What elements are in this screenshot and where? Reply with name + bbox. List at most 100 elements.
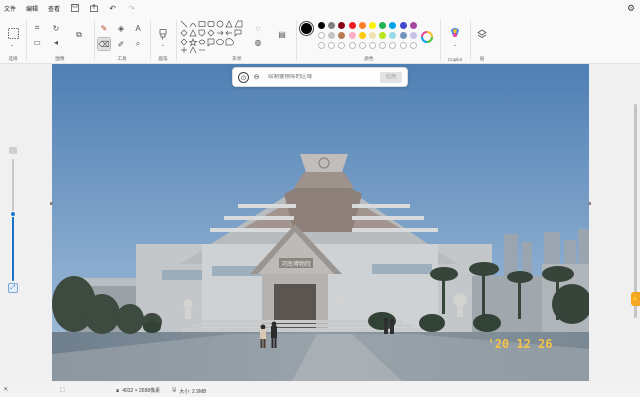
menu-view[interactable]: 查看 bbox=[48, 4, 60, 13]
copilot-dropdown-icon[interactable]: ⌄ bbox=[450, 42, 460, 48]
color-swatch[interactable] bbox=[348, 22, 356, 29]
color-swatch[interactable] bbox=[389, 22, 397, 29]
menu-bar: 文件 编辑 查看 ↶ ↷ bbox=[0, 0, 640, 16]
zoom-panel-handle-icon[interactable] bbox=[9, 147, 17, 154]
custom-color-slot[interactable] bbox=[389, 42, 397, 49]
color-swatch[interactable] bbox=[399, 32, 407, 39]
custom-color-slot[interactable] bbox=[348, 42, 356, 49]
color-swatch[interactable] bbox=[379, 32, 387, 39]
color-swatch[interactable] bbox=[379, 22, 387, 29]
color-swatch[interactable] bbox=[338, 22, 346, 29]
ribbon-group-copilot: ⌄ Copilot bbox=[442, 18, 468, 62]
generative-erase-bar: ⊙ ⊖ 应用 bbox=[232, 67, 408, 87]
select-rectangle-icon[interactable] bbox=[6, 26, 20, 40]
ribbon-group-colors: 颜色 bbox=[298, 18, 440, 62]
eraser-icon[interactable]: ⌫ bbox=[97, 37, 111, 51]
ribbon-label-colors: 颜色 bbox=[364, 56, 374, 61]
ribbon-group-brushes: ⌄ 画笔 bbox=[152, 18, 174, 62]
canvas-resize-handle-left[interactable] bbox=[50, 202, 53, 205]
menu-edit[interactable]: 编辑 bbox=[26, 4, 38, 13]
brushes-dropdown-icon[interactable]: ⌄ bbox=[158, 42, 168, 48]
color-swatch[interactable] bbox=[348, 32, 356, 39]
remove-background-icon[interactable]: ⧉ bbox=[73, 29, 85, 41]
shape-fill-icon[interactable]: ◍ bbox=[252, 36, 264, 48]
fit-to-window-icon[interactable]: ⤢ bbox=[8, 283, 18, 293]
primary-color-swatch[interactable] bbox=[299, 21, 314, 36]
ribbon-divider bbox=[150, 20, 151, 60]
canvas-resize-handle-right[interactable] bbox=[588, 202, 591, 205]
undo-icon[interactable]: ↶ bbox=[108, 4, 117, 13]
dimensions-icon: ⧈ bbox=[116, 387, 120, 394]
color-swatch[interactable] bbox=[328, 22, 336, 29]
ribbon-toolbar: ⌄ 选择 ⌗ ▭ ↻ ◂ ⧉ 图像 ✎ ◈ A ⌫ ✐ ⌕ 工具 ⌄ 画笔 ◌ … bbox=[0, 16, 640, 64]
status-bar: ⇱ ⬚ ⧈ 4032 × 2688像素 🖫 大小: 2.9MB bbox=[0, 383, 640, 397]
vertical-scrollbar[interactable] bbox=[634, 104, 637, 318]
apply-button[interactable]: 应用 bbox=[380, 71, 402, 83]
image-dimensions-text: 4032 × 2688像素 bbox=[122, 388, 161, 394]
erase-region-input[interactable] bbox=[268, 74, 368, 80]
fill-bucket-icon[interactable]: ◈ bbox=[115, 22, 127, 34]
color-swatch[interactable] bbox=[399, 22, 407, 29]
color-swatch[interactable] bbox=[409, 32, 417, 39]
custom-color-slot[interactable] bbox=[328, 42, 336, 49]
erase-mode-icon[interactable]: ⊖ bbox=[251, 72, 262, 83]
magnifier-icon[interactable]: ⌕ bbox=[132, 38, 144, 50]
shape-outline-icon[interactable]: ◌ bbox=[252, 22, 264, 34]
settings-gear-icon[interactable]: ⚙ bbox=[626, 3, 636, 13]
custom-color-slot[interactable] bbox=[409, 42, 417, 49]
ribbon-group-shapes: ◌ ◍ ▤ 形状 bbox=[178, 18, 296, 62]
file-size: 🖫 大小: 2.9MB bbox=[172, 387, 207, 395]
color-swatch[interactable] bbox=[389, 32, 397, 39]
edit-colors-icon[interactable] bbox=[420, 30, 434, 44]
museum-photo: 河南博物院 '20 12 26 bbox=[52, 64, 589, 381]
ribbon-divider bbox=[94, 20, 95, 60]
share-icon[interactable] bbox=[89, 4, 98, 13]
ribbon-label-layers: 层 bbox=[479, 56, 485, 61]
custom-color-slot[interactable] bbox=[399, 42, 407, 49]
flip-icon[interactable]: ◂ bbox=[50, 36, 62, 48]
color-swatch[interactable] bbox=[338, 32, 346, 39]
zoom-slider-panel: ⤢ bbox=[7, 147, 19, 293]
ribbon-label-shapes: 形状 bbox=[232, 56, 242, 61]
custom-color-slot[interactable] bbox=[358, 42, 366, 49]
image-dimensions: ⧈ 4032 × 2688像素 bbox=[116, 387, 161, 395]
custom-color-slot[interactable] bbox=[318, 42, 325, 49]
color-swatch[interactable] bbox=[358, 22, 366, 29]
menu-file[interactable]: 文件 bbox=[4, 4, 16, 13]
ribbon-divider bbox=[26, 20, 27, 60]
cursor-position-icon: ⇱ bbox=[4, 387, 9, 393]
ribbon-divider bbox=[440, 20, 441, 60]
color-swatch[interactable] bbox=[328, 32, 336, 39]
custom-color-slot[interactable] bbox=[338, 42, 346, 49]
rotate-icon[interactable]: ↻ bbox=[50, 22, 62, 34]
color-swatch[interactable] bbox=[318, 22, 325, 29]
custom-color-slot[interactable] bbox=[369, 42, 376, 49]
ribbon-group-tools: ✎ ◈ A ⌫ ✐ ⌕ 工具 bbox=[96, 18, 148, 62]
resize-icon[interactable]: ▭ bbox=[31, 36, 43, 48]
color-picker-icon[interactable]: ✐ bbox=[115, 38, 127, 50]
redo-icon[interactable]: ↷ bbox=[127, 4, 136, 13]
save-icon[interactable] bbox=[70, 4, 79, 13]
text-tool-icon[interactable]: A bbox=[132, 22, 144, 34]
zoom-slider-thumb[interactable] bbox=[10, 210, 16, 217]
shape-size-icon[interactable]: ▤ bbox=[276, 28, 288, 40]
zoom-slider-fill bbox=[12, 213, 14, 281]
color-swatch[interactable] bbox=[409, 22, 417, 29]
color-swatch[interactable] bbox=[369, 32, 376, 39]
shapes-gallery[interactable] bbox=[180, 20, 246, 56]
color-swatch[interactable] bbox=[358, 32, 366, 39]
image-canvas[interactable]: 河南博物院 '20 12 26 bbox=[52, 64, 589, 381]
pencil-icon[interactable]: ✎ bbox=[98, 22, 110, 34]
select-dropdown-icon[interactable]: ⌄ bbox=[7, 42, 17, 48]
copilot-icon[interactable] bbox=[448, 26, 462, 40]
color-swatch[interactable] bbox=[369, 22, 376, 29]
crop-icon[interactable]: ⌗ bbox=[31, 22, 43, 34]
brush-mode-icon[interactable]: ⊙ bbox=[238, 71, 249, 83]
color-swatch[interactable] bbox=[318, 32, 325, 39]
layers-icon[interactable] bbox=[476, 28, 488, 40]
side-panel-badge-icon[interactable]: ✋ bbox=[631, 292, 640, 306]
brush-icon[interactable] bbox=[156, 27, 170, 41]
ribbon-label-tools: 工具 bbox=[117, 56, 127, 61]
ribbon-label-image: 图像 bbox=[55, 56, 65, 61]
custom-color-slot[interactable] bbox=[379, 42, 387, 49]
